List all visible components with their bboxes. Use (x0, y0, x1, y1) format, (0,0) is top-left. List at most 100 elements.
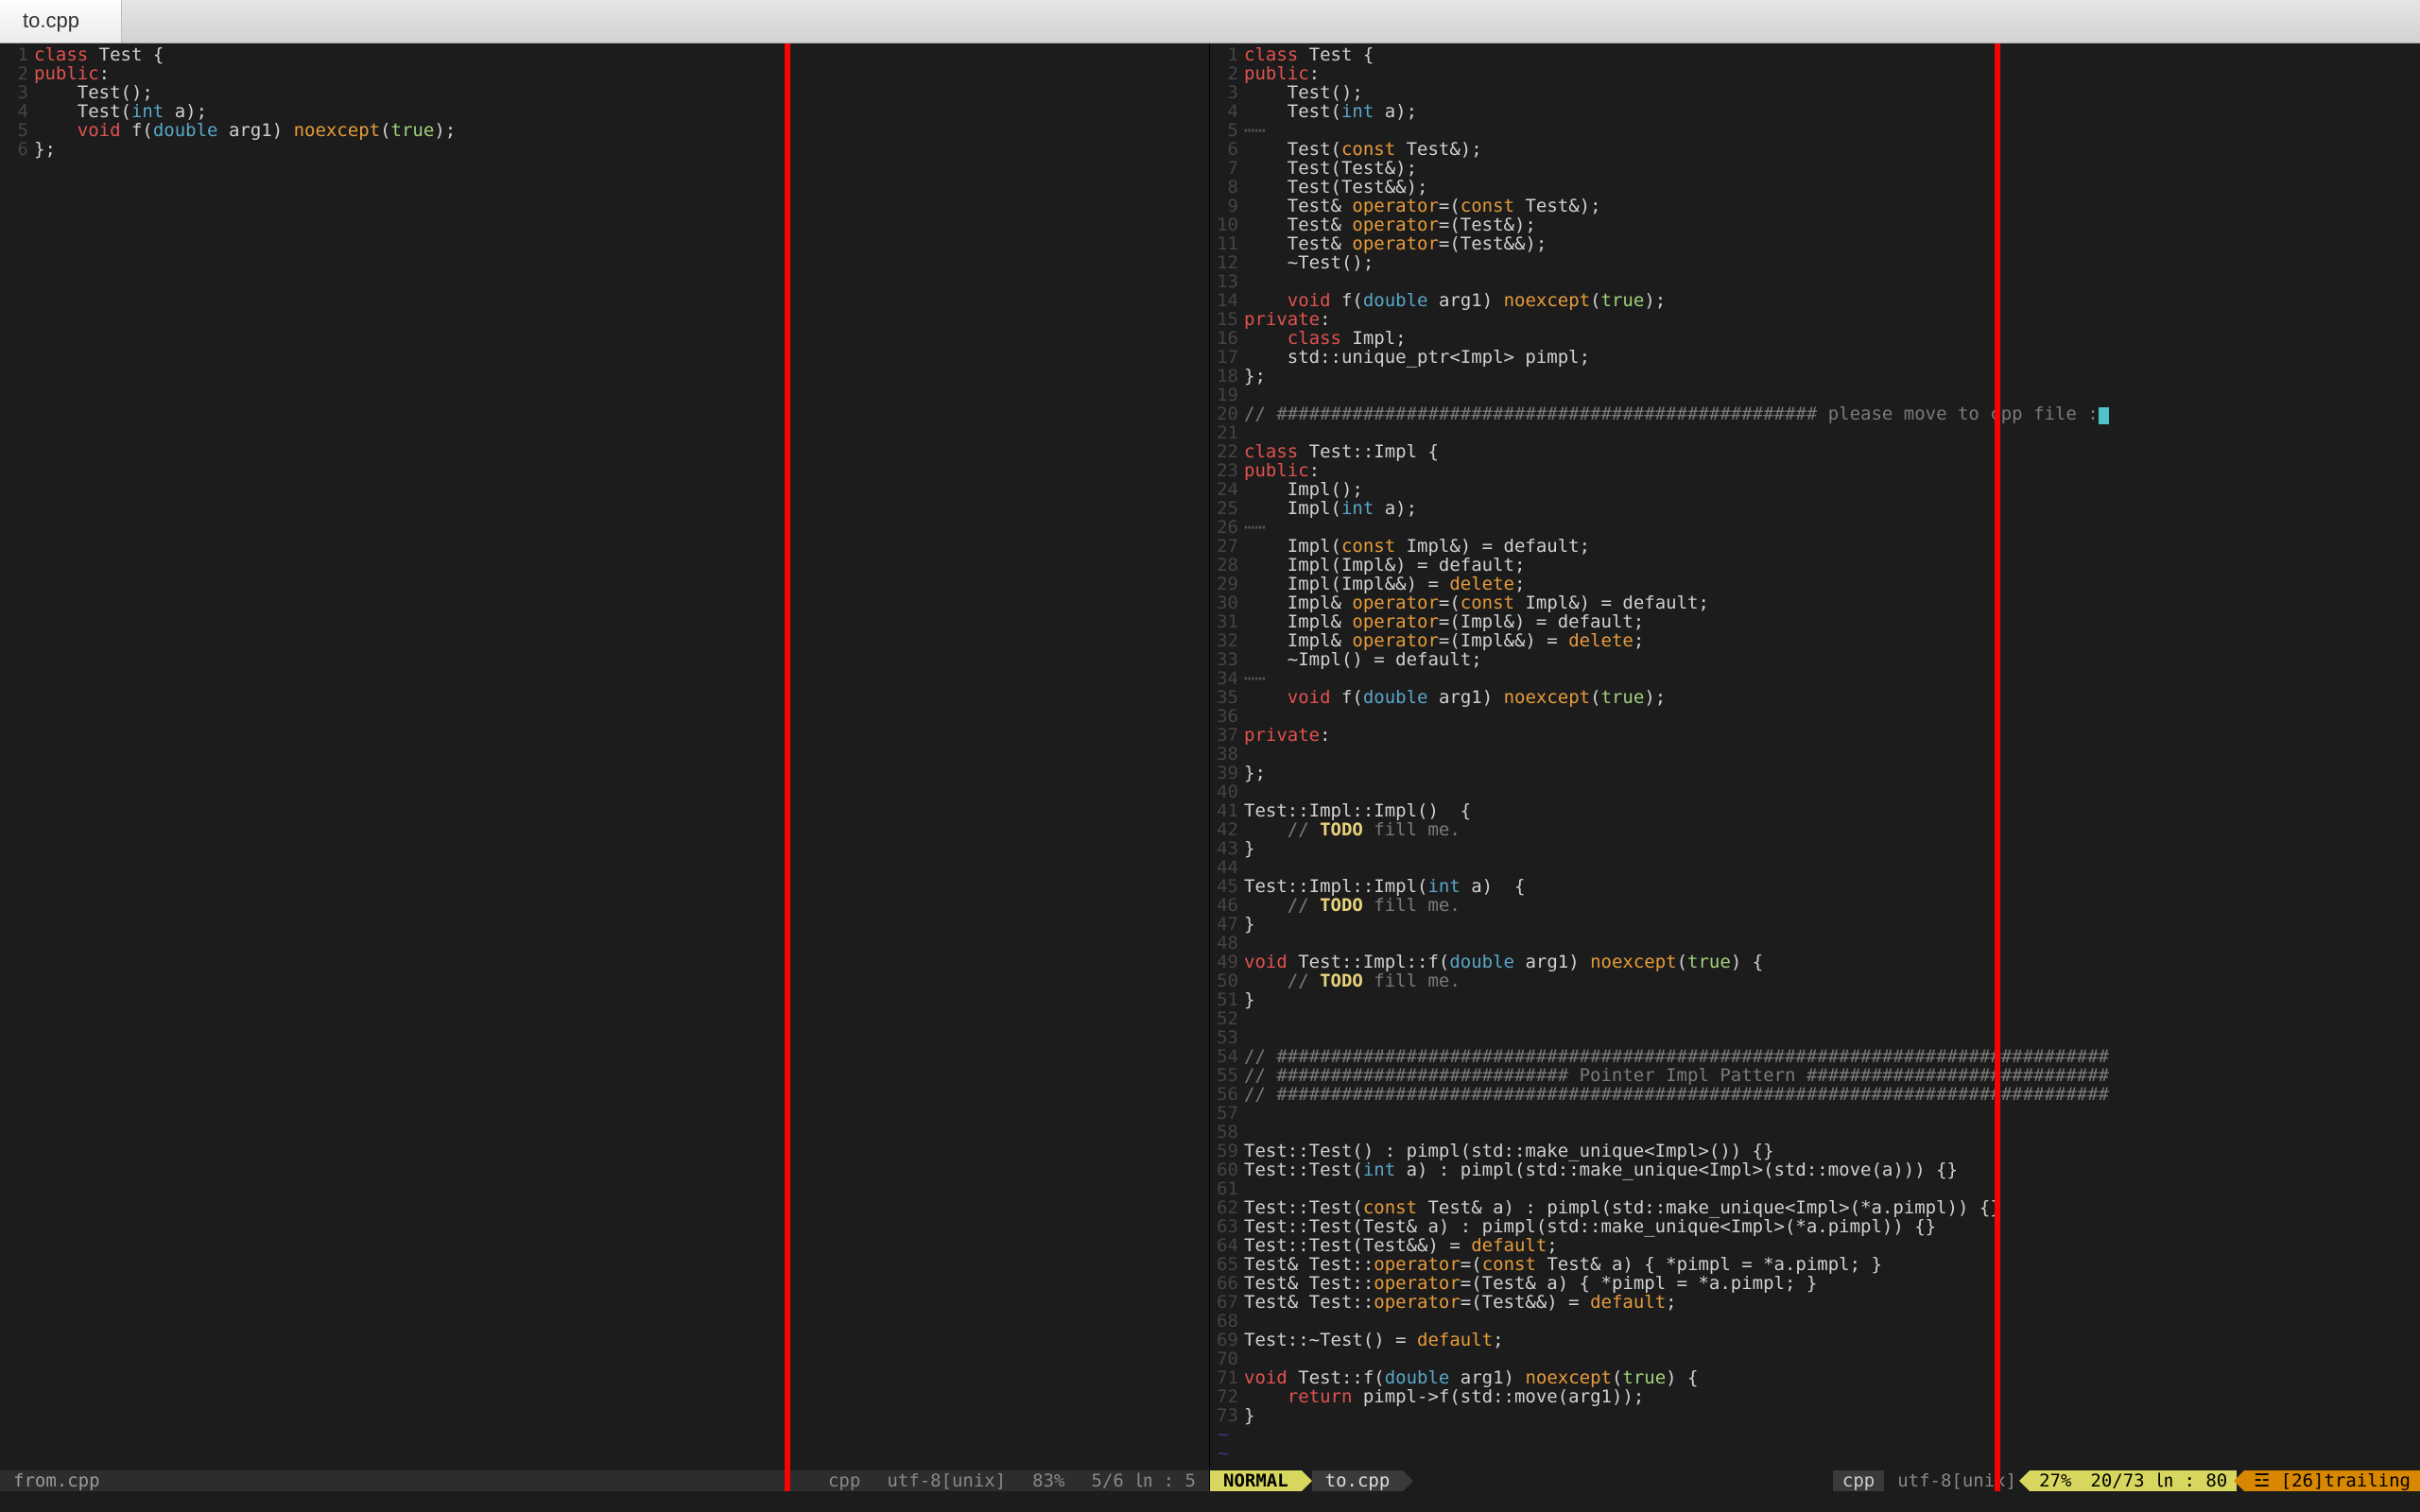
code-line[interactable]: 45Test::Impl::Impl(int a) { (1210, 877, 2420, 896)
code-line[interactable]: 36 (1210, 707, 2420, 726)
code-line[interactable]: 72 return pimpl->f(std::move(arg1)); (1210, 1387, 2420, 1406)
code-line[interactable]: 11 Test& operator=(Test&&); (1210, 234, 2420, 253)
code-line[interactable]: 43} (1210, 839, 2420, 858)
code-line[interactable]: 3 Test(); (1210, 83, 2420, 102)
fold-marker[interactable]: ⋯⋯ (1244, 668, 1266, 689)
code-line[interactable]: 55// ########################### Pointer… (1210, 1066, 2420, 1085)
code-line[interactable]: 1class Test { (0, 45, 1209, 64)
code-line[interactable]: 42 // TODO fill me. (1210, 820, 2420, 839)
status-filetype: cpp (815, 1470, 873, 1491)
code-line[interactable]: 46 // TODO fill me. (1210, 896, 2420, 915)
code-line[interactable]: 28 Impl(Impl&) = default; (1210, 556, 2420, 575)
fold-marker[interactable]: ⋯⋯ (1244, 517, 1266, 538)
code-line[interactable]: 34⋯⋯ (1210, 669, 2420, 688)
code-line[interactable]: 2public: (1210, 64, 2420, 83)
code-line[interactable]: 10 Test& operator=(Test&); (1210, 215, 2420, 234)
pane-right[interactable]: 1class Test {2public:3 Test();4 Test(int… (1210, 43, 2420, 1491)
code-line[interactable]: 25 Impl(int a); (1210, 499, 2420, 518)
code-line[interactable]: 41Test::Impl::Impl() { (1210, 801, 2420, 820)
code-line[interactable]: 67Test& Test::operator=(Test&&) = defaul… (1210, 1293, 2420, 1312)
code-line[interactable]: 33 ~Impl() = default; (1210, 650, 2420, 669)
code-line[interactable]: 71void Test::f(double arg1) noexcept(tru… (1210, 1368, 2420, 1387)
code-line[interactable]: 65Test& Test::operator=(const Test& a) {… (1210, 1255, 2420, 1274)
line-content (1244, 745, 2420, 764)
code-line[interactable]: 31 Impl& operator=(Impl&) = default; (1210, 612, 2420, 631)
code-line[interactable]: 30 Impl& operator=(const Impl&) = defaul… (1210, 593, 2420, 612)
code-line[interactable]: 35 void f(double arg1) noexcept(true); (1210, 688, 2420, 707)
line-number: 30 (1210, 593, 1244, 612)
code-line[interactable]: 2public: (0, 64, 1209, 83)
code-line[interactable]: 6 Test(const Test&); (1210, 140, 2420, 159)
code-line[interactable]: 37private: (1210, 726, 2420, 745)
line-content (1244, 782, 2420, 801)
line-content: Impl& operator=(Impl&&) = delete; (1244, 631, 2420, 650)
code-line[interactable]: 63Test::Test(Test& a) : pimpl(std::make_… (1210, 1217, 2420, 1236)
code-line[interactable]: 58 (1210, 1123, 2420, 1142)
code-line[interactable]: 20// ###################################… (1210, 404, 2420, 423)
line-content: }; (1244, 764, 2420, 782)
code-line[interactable]: 15private: (1210, 310, 2420, 329)
code-line[interactable]: 23public: (1210, 461, 2420, 480)
code-line[interactable]: 61 (1210, 1179, 2420, 1198)
code-line[interactable]: 51} (1210, 990, 2420, 1009)
pane-left[interactable]: 1class Test {2public:3 Test();4 Test(int… (0, 43, 1210, 1491)
line-content: Test(Test&); (1244, 159, 2420, 178)
code-line[interactable]: 18}; (1210, 367, 2420, 386)
code-line[interactable]: 9 Test& operator=(const Test&); (1210, 197, 2420, 215)
code-line[interactable]: 64Test::Test(Test&&) = default; (1210, 1236, 2420, 1255)
code-line[interactable]: 4 Test(int a); (0, 102, 1209, 121)
code-line[interactable]: 16 class Impl; (1210, 329, 2420, 348)
code-line[interactable]: 54// ###################################… (1210, 1047, 2420, 1066)
code-line[interactable]: 47} (1210, 915, 2420, 934)
code-line[interactable]: 62Test::Test(const Test& a) : pimpl(std:… (1210, 1198, 2420, 1217)
command-line[interactable] (0, 1491, 2420, 1512)
code-line[interactable]: 7 Test(Test&); (1210, 159, 2420, 178)
line-number: 17 (1210, 348, 1244, 367)
code-line[interactable]: 60Test::Test(int a) : pimpl(std::make_un… (1210, 1160, 2420, 1179)
code-line[interactable]: 57 (1210, 1104, 2420, 1123)
line-content (1244, 1009, 2420, 1028)
code-line[interactable]: 50 // TODO fill me. (1210, 971, 2420, 990)
code-line[interactable]: 40 (1210, 782, 2420, 801)
code-line[interactable]: 29 Impl(Impl&&) = delete; (1210, 575, 2420, 593)
code-line[interactable]: 19 (1210, 386, 2420, 404)
code-line[interactable]: 70 (1210, 1349, 2420, 1368)
code-area-right[interactable]: 1class Test {2public:3 Test();4 Test(int… (1210, 43, 2420, 1470)
code-line[interactable]: 12 ~Test(); (1210, 253, 2420, 272)
code-line[interactable]: 59Test::Test() : pimpl(std::make_unique<… (1210, 1142, 2420, 1160)
code-line[interactable]: 3 Test(); (0, 83, 1209, 102)
fold-marker[interactable]: ⋯⋯ (1244, 120, 1266, 141)
tab-to-cpp[interactable]: to.cpp (0, 0, 122, 43)
code-line[interactable]: 56// ###################################… (1210, 1085, 2420, 1104)
code-line[interactable]: 5⋯⋯ (1210, 121, 2420, 140)
code-line[interactable]: 69Test::~Test() = default; (1210, 1331, 2420, 1349)
code-line[interactable]: 1class Test { (1210, 45, 2420, 64)
code-line[interactable]: 68 (1210, 1312, 2420, 1331)
code-line[interactable]: 5 void f(double arg1) noexcept(true); (0, 121, 1209, 140)
code-line[interactable]: 22class Test::Impl { (1210, 442, 2420, 461)
line-number: 55 (1210, 1066, 1244, 1085)
code-line[interactable]: 8 Test(Test&&); (1210, 178, 2420, 197)
code-line[interactable]: 73} (1210, 1406, 2420, 1425)
code-line[interactable]: 4 Test(int a); (1210, 102, 2420, 121)
code-line[interactable]: 21 (1210, 423, 2420, 442)
code-line[interactable]: 44 (1210, 858, 2420, 877)
code-line[interactable]: 6}; (0, 140, 1209, 159)
line-content: void Test::Impl::f(double arg1) noexcept… (1244, 953, 2420, 971)
line-number: 42 (1210, 820, 1244, 839)
code-line[interactable]: 27 Impl(const Impl&) = default; (1210, 537, 2420, 556)
code-line[interactable]: 13 (1210, 272, 2420, 291)
code-line[interactable]: 39}; (1210, 764, 2420, 782)
code-line[interactable]: 48 (1210, 934, 2420, 953)
code-line[interactable]: 32 Impl& operator=(Impl&&) = delete; (1210, 631, 2420, 650)
code-line[interactable]: 49void Test::Impl::f(double arg1) noexce… (1210, 953, 2420, 971)
code-area-left[interactable]: 1class Test {2public:3 Test();4 Test(int… (0, 43, 1209, 1470)
code-line[interactable]: 24 Impl(); (1210, 480, 2420, 499)
code-line[interactable]: 66Test& Test::operator=(Test& a) { *pimp… (1210, 1274, 2420, 1293)
code-line[interactable]: 14 void f(double arg1) noexcept(true); (1210, 291, 2420, 310)
code-line[interactable]: 52 (1210, 1009, 2420, 1028)
code-line[interactable]: 53 (1210, 1028, 2420, 1047)
code-line[interactable]: 38 (1210, 745, 2420, 764)
code-line[interactable]: 17 std::unique_ptr<Impl> pimpl; (1210, 348, 2420, 367)
code-line[interactable]: 26⋯⋯ (1210, 518, 2420, 537)
